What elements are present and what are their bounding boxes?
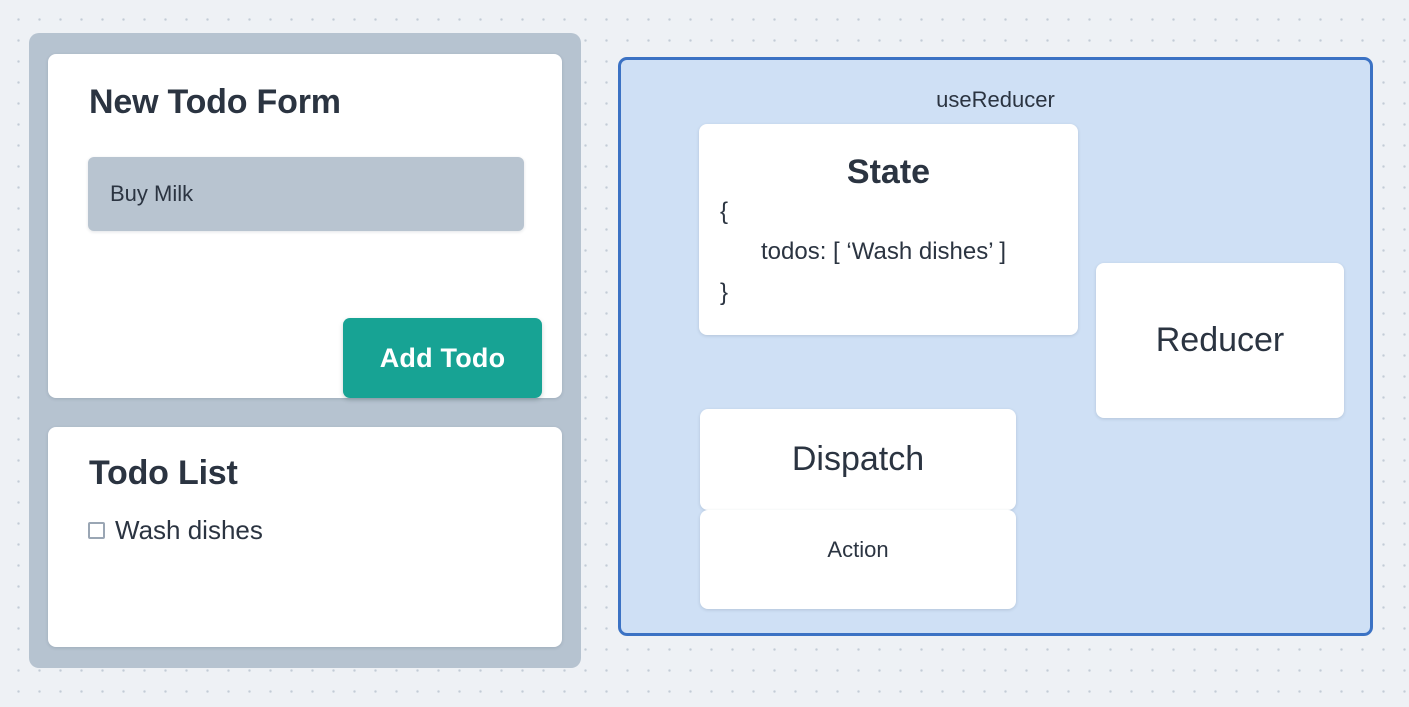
add-todo-button[interactable]: Add Todo [343,318,542,398]
dispatch-card: Dispatch [700,409,1016,510]
state-brace-close: } [720,279,729,306]
state-card: State { todos: [ ‘Wash dishes’ ] } [699,124,1078,335]
state-card-title: State [846,153,931,191]
new-todo-form-card: New Todo Form Add Todo [48,54,562,398]
reducer-card: Reducer [1096,263,1344,418]
todo-list-title: Todo List [89,454,238,492]
usereducer-panel-label: useReducer [936,87,1055,112]
list-item[interactable]: Wash dishes [88,515,263,546]
state-brace-open: { [720,198,729,225]
usereducer-panel: useReducer State { todos: [ ‘Wash dishes… [618,57,1373,636]
state-todos-line: todos: [ ‘Wash dishes’ ] [761,238,1006,265]
action-card: Action [700,510,1016,609]
action-card-title: Action [827,537,889,562]
todo-item-label: Wash dishes [115,515,263,545]
reducer-card-title: Reducer [1155,321,1285,359]
checkbox-unchecked-icon[interactable] [88,522,105,539]
new-todo-form-title: New Todo Form [89,83,341,121]
new-todo-input[interactable] [88,157,524,231]
todo-list-card: Todo List Wash dishes [48,427,562,647]
dispatch-card-title: Dispatch [791,440,925,478]
app-panel: New Todo Form Add Todo Todo List Wash di… [29,33,581,668]
